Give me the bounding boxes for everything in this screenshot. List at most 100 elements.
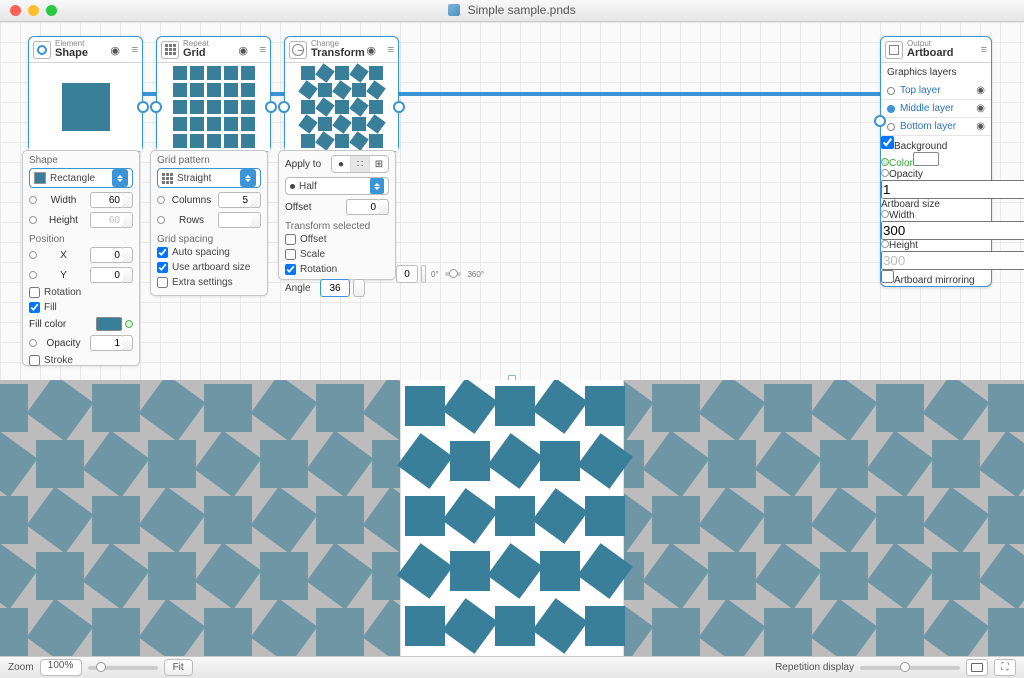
layer-port-icon[interactable] <box>887 123 895 131</box>
seg-all-icon[interactable]: ● <box>332 156 351 172</box>
minimize-window-button[interactable] <box>28 5 39 16</box>
link-dot[interactable] <box>29 271 37 279</box>
extra-settings-checkbox[interactable] <box>157 277 168 288</box>
zoom-window-button[interactable] <box>46 5 57 16</box>
layer-bottom[interactable]: Bottom layer◉ <box>881 118 991 136</box>
link-dot[interactable] <box>881 169 889 177</box>
angle-slider[interactable] <box>445 272 462 276</box>
node-grid-header[interactable]: Repeat Grid ◉ ≡ <box>157 37 270 63</box>
link-dot[interactable] <box>881 158 889 166</box>
link-dot[interactable] <box>881 240 889 248</box>
stepper-icon[interactable] <box>123 335 133 351</box>
zoom-value[interactable]: 100% <box>40 659 82 676</box>
offset-input[interactable] <box>346 199 380 215</box>
node-menu-icon[interactable]: ≡ <box>132 44 138 56</box>
preview-mode-button[interactable] <box>966 659 988 676</box>
grid-pattern-select[interactable]: Straight <box>157 168 261 188</box>
auto-spacing-checkbox[interactable] <box>157 247 168 258</box>
link-dot[interactable] <box>29 216 37 224</box>
height-input[interactable] <box>90 212 124 228</box>
zoom-slider[interactable] <box>88 666 158 670</box>
width-input[interactable] <box>90 192 124 208</box>
slider-knob[interactable] <box>96 662 106 672</box>
node-grid[interactable]: Repeat Grid ◉ ≡ <box>156 36 271 152</box>
layer-top[interactable]: Top layer◉ <box>881 82 991 100</box>
link-dot[interactable] <box>881 210 889 218</box>
y-input[interactable] <box>90 267 124 283</box>
artboard-color-swatch[interactable] <box>913 152 939 166</box>
artboard-mirroring-checkbox[interactable] <box>881 270 894 283</box>
stepper-icon[interactable] <box>123 192 133 208</box>
repetition-slider[interactable] <box>860 666 960 670</box>
angle-sec-input[interactable] <box>396 265 418 283</box>
port-out[interactable] <box>137 101 149 113</box>
seg-alt-icon[interactable]: ⊞ <box>370 156 388 172</box>
visibility-icon[interactable]: ◉ <box>976 121 985 132</box>
seg-half-icon[interactable]: ∷ <box>351 156 370 172</box>
visibility-icon[interactable]: ◉ <box>238 44 248 57</box>
layer-middle[interactable]: Middle layer◉ <box>881 100 991 118</box>
port-out[interactable] <box>393 101 405 113</box>
visibility-icon[interactable]: ◉ <box>976 85 985 96</box>
preview-area[interactable] <box>0 380 1024 656</box>
port-in[interactable] <box>150 101 162 113</box>
fullscreen-button[interactable]: ⛶ <box>994 659 1016 676</box>
node-menu-icon[interactable]: ≡ <box>981 44 987 56</box>
link-dot[interactable] <box>29 339 37 347</box>
columns-input[interactable] <box>218 192 252 208</box>
layer-port-icon[interactable] <box>887 105 895 113</box>
apply-half-select[interactable]: Half <box>285 177 389 195</box>
node-transform-header[interactable]: Change Transform ◉ ≡ <box>285 37 398 63</box>
visibility-icon[interactable]: ◉ <box>976 103 985 114</box>
link-dot[interactable] <box>29 196 37 204</box>
link-dot[interactable] <box>157 196 165 204</box>
angle-input[interactable] <box>320 279 350 297</box>
artboard-width-input[interactable] <box>881 221 1024 240</box>
rotation-checkbox[interactable] <box>285 264 296 275</box>
fill-checkbox[interactable] <box>29 302 40 313</box>
node-canvas[interactable]: Element Shape ◉ ≡ Shape Rectangle Width … <box>0 22 1024 380</box>
apply-to-segmented[interactable]: ● ∷ ⊞ <box>331 155 389 173</box>
node-shape[interactable]: Element Shape ◉ ≡ <box>28 36 143 152</box>
rows-input[interactable] <box>218 212 252 228</box>
stepper-icon[interactable] <box>123 212 133 228</box>
stepper-icon[interactable] <box>421 265 426 283</box>
rotation-checkbox[interactable] <box>29 287 40 298</box>
visibility-icon[interactable]: ◉ <box>110 44 120 57</box>
stepper-icon[interactable] <box>251 192 261 208</box>
fill-color-swatch[interactable] <box>96 317 122 331</box>
visibility-icon[interactable]: ◉ <box>366 44 376 57</box>
node-artboard[interactable]: Output Artboard ≡ Graphics layers Top la… <box>880 36 992 287</box>
x-input[interactable] <box>90 247 124 263</box>
layer-port-icon[interactable] <box>887 87 895 95</box>
node-artboard-header[interactable]: Output Artboard ≡ <box>881 37 991 63</box>
artboard-height-input[interactable] <box>881 251 1024 270</box>
node-menu-icon[interactable]: ≡ <box>388 44 394 56</box>
port-in[interactable] <box>278 101 290 113</box>
artboard-opacity-input[interactable] <box>881 180 1024 199</box>
slider-knob[interactable] <box>449 269 458 278</box>
stepper-icon[interactable] <box>353 279 365 297</box>
port-in[interactable] <box>874 115 886 127</box>
link-dot[interactable] <box>157 216 165 224</box>
link-dot[interactable] <box>29 251 37 259</box>
slider-knob[interactable] <box>900 662 910 672</box>
close-window-button[interactable] <box>10 5 21 16</box>
node-shape-header[interactable]: Element Shape ◉ ≡ <box>29 37 142 63</box>
node-transform[interactable]: Change Transform ◉ ≡ <box>284 36 399 152</box>
link-dot[interactable] <box>125 320 133 328</box>
port-out[interactable] <box>265 101 277 113</box>
offset-checkbox[interactable] <box>285 234 296 245</box>
stepper-icon[interactable] <box>123 267 133 283</box>
stepper-icon[interactable] <box>379 199 389 215</box>
stroke-checkbox[interactable] <box>29 355 40 366</box>
opacity-input[interactable] <box>90 335 124 351</box>
background-checkbox[interactable] <box>881 136 894 149</box>
fit-button[interactable]: Fit <box>164 659 193 676</box>
node-menu-icon[interactable]: ≡ <box>260 44 266 56</box>
scale-checkbox[interactable] <box>285 249 296 260</box>
stepper-icon[interactable] <box>251 212 261 228</box>
use-artboard-size-checkbox[interactable] <box>157 262 168 273</box>
stepper-icon[interactable] <box>123 247 133 263</box>
shape-type-select[interactable]: Rectangle <box>29 168 133 188</box>
